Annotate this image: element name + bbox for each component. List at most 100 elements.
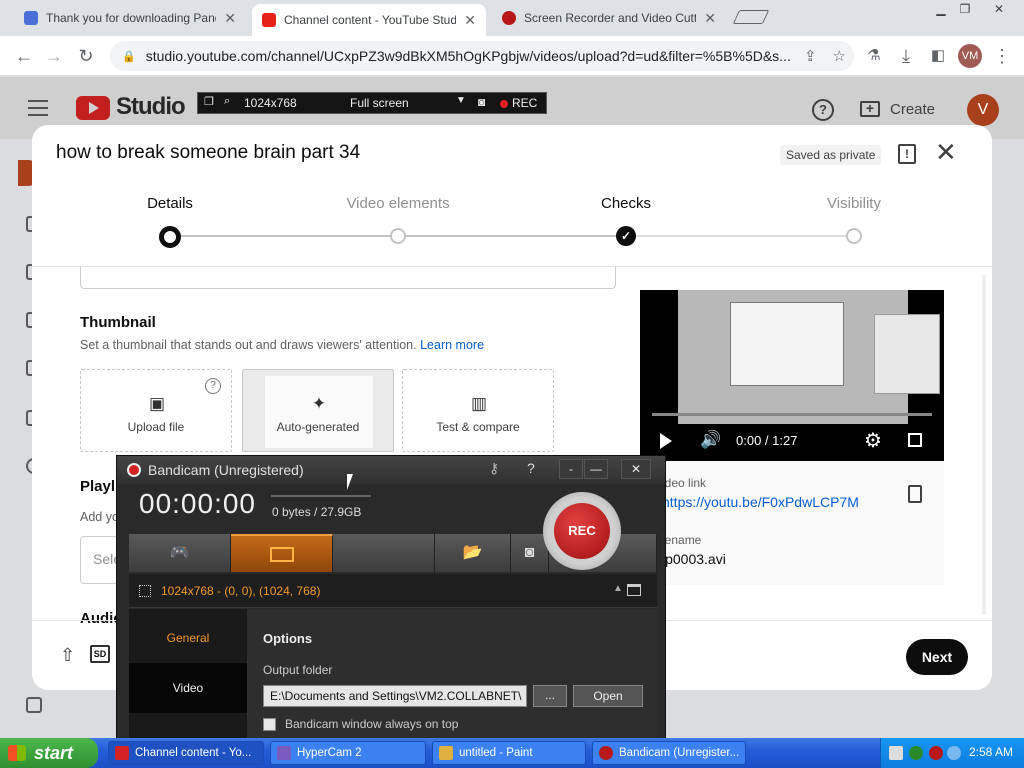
learn-more-link[interactable]: Learn more	[420, 338, 484, 352]
bookmark-star-icon[interactable]: ☆	[833, 47, 846, 65]
thumbnail-description: Set a thumbnail that stands out and draw…	[80, 338, 484, 352]
menu-kebab-icon[interactable]: ⋮	[990, 44, 1014, 68]
close-dialog-icon[interactable]: ✕	[935, 139, 957, 165]
always-on-top-checkbox[interactable]	[263, 718, 276, 731]
share-icon[interactable]: ⇪	[804, 47, 817, 65]
feedback-icon[interactable]: !	[898, 144, 916, 164]
start-button[interactable]: start	[0, 738, 98, 768]
create-label: Create	[890, 100, 936, 118]
bandicam-help-icon[interactable]: ?	[527, 460, 535, 476]
hamburger-menu-icon[interactable]	[28, 100, 48, 116]
help-icon[interactable]: ?	[812, 99, 834, 121]
channel-avatar[interactable]: V	[967, 94, 999, 126]
volume-icon[interactable]: 🔊	[700, 430, 721, 450]
bandicam-titlebar[interactable]: Bandicam (Unregistered) ⚷ ? - — ✕	[117, 456, 665, 484]
forward-icon[interactable]: →	[42, 44, 66, 68]
close-tab-icon[interactable]: ✕	[224, 10, 236, 27]
restore-window-icon[interactable]: ❐	[950, 2, 980, 16]
close-tab-icon[interactable]: ✕	[464, 12, 476, 29]
close-window-icon[interactable]: ✕	[984, 2, 1014, 16]
description-field[interactable]	[80, 267, 616, 289]
dropdown-arrow-icon[interactable]: ▼	[456, 95, 466, 106]
bandicam-mini-icon[interactable]: -	[559, 459, 583, 479]
bandicam-window: Bandicam (Unregistered) ⚷ ? - — ✕ 00:00:…	[116, 455, 666, 749]
download-icon[interactable]: ⤓	[894, 44, 918, 68]
dialog-scrollbar[interactable]	[982, 275, 986, 615]
step-video-elements[interactable]: Video elements	[318, 195, 478, 212]
output-folder-input[interactable]: E:\Documents and Settings\VM2.COLLABNET\	[263, 685, 527, 707]
back-icon[interactable]: ←	[12, 44, 36, 68]
target-search-icon[interactable]: ⌕	[224, 95, 230, 108]
screen-mode-tab[interactable]	[231, 534, 333, 572]
reload-icon[interactable]: ↻	[74, 44, 98, 68]
key-icon[interactable]: ⚷	[489, 460, 499, 477]
target-rec-label[interactable]: REC	[512, 96, 537, 110]
folder-tab[interactable]: 📂	[435, 534, 511, 572]
tab-pando[interactable]: Thank you for downloading Pando ✕	[14, 4, 246, 32]
target-window-icon[interactable]: ❐	[204, 95, 214, 108]
filename-label: lename	[662, 533, 702, 547]
browse-button[interactable]: ...	[533, 685, 567, 707]
keyboard-tray-icon[interactable]	[889, 746, 903, 760]
help-circle-icon[interactable]: ?	[205, 378, 221, 394]
browser-toolbar: ← → ↻ 🔒 studio.youtube.com/channel/UCxpP…	[0, 36, 1024, 76]
bandicam-tray-icon[interactable]	[929, 746, 943, 760]
network-tray-icon[interactable]	[909, 746, 923, 760]
playlists-heading: Playli	[80, 478, 120, 495]
create-button[interactable]: + Create	[860, 96, 935, 122]
upload-status-icon[interactable]: ⇧	[60, 645, 75, 666]
collapse-arrow-icon[interactable]: ▲	[613, 583, 623, 594]
always-on-top-label: Bandicam window always on top	[285, 717, 459, 731]
url-text[interactable]: studio.youtube.com/channel/UCxpPZ3w9dBkX…	[146, 48, 796, 64]
play-icon[interactable]	[660, 433, 672, 449]
step-details[interactable]: Details	[90, 195, 250, 212]
taskbar-item-label: Bandicam (Unregister...	[619, 747, 740, 759]
video-progress-bar[interactable]	[652, 413, 932, 416]
paint-icon	[439, 746, 453, 760]
step-visibility-dot	[846, 228, 862, 244]
rec-button[interactable]: REC	[554, 503, 610, 559]
profile-avatar[interactable]: VM	[958, 44, 982, 68]
copy-link-icon[interactable]	[908, 485, 922, 503]
close-tab-icon[interactable]: ✕	[704, 10, 716, 27]
game-mode-tab[interactable]: 🎮	[129, 534, 231, 572]
test-compare-label: Test & compare	[436, 420, 520, 434]
nav-general[interactable]: General	[129, 631, 247, 645]
taskbar-item-youtube[interactable]: Channel content - Yo...	[108, 741, 264, 765]
tab-youtube-studio[interactable]: Channel content - YouTube Studio ✕	[252, 4, 486, 36]
step-video-elements-dot	[390, 228, 406, 244]
next-button[interactable]: Next	[906, 639, 968, 675]
upload-file-card[interactable]: ? ▣ Upload file	[80, 369, 232, 452]
security-tray-icon[interactable]	[947, 746, 961, 760]
video-link[interactable]: https://youtu.be/F0xPdwLCP7M	[662, 494, 859, 510]
window-mode-icon[interactable]	[627, 584, 641, 596]
system-tray: 2:58 AM	[880, 738, 1024, 768]
camera-icon[interactable]: ◙	[478, 95, 485, 109]
bandicam-minimize-icon[interactable]: —	[584, 459, 608, 479]
open-folder-button[interactable]: Open	[573, 685, 643, 707]
sparkle-icon: ✦	[311, 394, 327, 413]
video-preview-player[interactable]: 🔊 0:00 / 1:27 ⚙	[640, 290, 944, 461]
step-visibility[interactable]: Visibility	[774, 195, 934, 212]
target-mode[interactable]: Full screen	[350, 96, 409, 110]
taskbar-item-paint[interactable]: untitled - Paint	[432, 741, 586, 765]
taskbar-item-bandicam[interactable]: Bandicam (Unregister...	[592, 741, 746, 765]
target-resolution[interactable]: 1024x768	[244, 96, 297, 110]
taskbar-item-hypercam[interactable]: HyperCam 2	[270, 741, 426, 765]
fullscreen-icon[interactable]	[908, 433, 922, 447]
nav-video[interactable]: Video	[129, 663, 247, 713]
step-checks[interactable]: Checks	[546, 195, 706, 212]
test-compare-card[interactable]: ▥ Test & compare	[402, 369, 554, 452]
tab-screen-recorder[interactable]: Screen Recorder and Video Cutter ✕	[492, 4, 726, 32]
new-tab-button[interactable]	[732, 10, 770, 24]
sidebar-feedback-icon[interactable]	[26, 697, 42, 713]
side-panel-icon[interactable]: ◧	[926, 44, 950, 68]
labs-flask-icon[interactable]: ⚗	[862, 44, 886, 68]
bandicam-close-icon[interactable]: ✕	[621, 459, 651, 479]
address-bar[interactable]: 🔒 studio.youtube.com/channel/UCxpPZ3w9dB…	[110, 41, 854, 71]
auto-generated-card[interactable]: ✦ Auto-generated	[242, 369, 394, 452]
sd-quality-badge: SD	[90, 645, 110, 663]
device-mode-tab[interactable]	[333, 534, 435, 572]
chrome-icon	[115, 746, 129, 760]
settings-gear-icon[interactable]: ⚙	[864, 428, 882, 453]
